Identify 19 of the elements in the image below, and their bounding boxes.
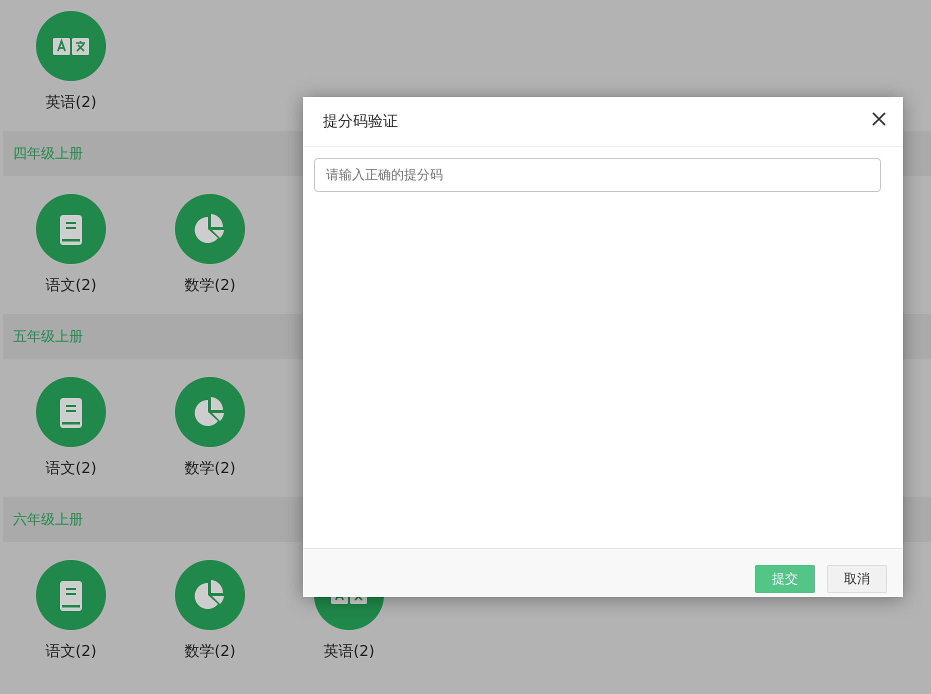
cancel-button[interactable]: 取消: [827, 565, 887, 593]
subject-label[interactable]: 语文(2): [45, 274, 97, 296]
subject-label[interactable]: 语文(2): [45, 457, 97, 479]
subject-label[interactable]: 英语(2): [45, 91, 97, 113]
book-icon[interactable]: [36, 377, 106, 447]
pie-chart-icon[interactable]: [175, 560, 245, 630]
subject-label[interactable]: 数学(2): [184, 457, 236, 479]
pie-chart-icon[interactable]: [175, 194, 245, 264]
subject-label[interactable]: 数学(2): [184, 274, 236, 296]
translate-icon[interactable]: [36, 11, 106, 81]
book-icon[interactable]: [36, 560, 106, 630]
subject-label[interactable]: 英语(2): [323, 640, 375, 662]
pie-chart-icon[interactable]: [175, 377, 245, 447]
dialog-title: 提分码验证: [323, 112, 398, 131]
subject-label[interactable]: 数学(2): [184, 640, 236, 662]
input-field[interactable]: 请输入正确的提分码: [314, 158, 881, 192]
subject-label[interactable]: 语文(2): [45, 640, 97, 662]
close-icon[interactable]: [872, 112, 886, 126]
book-icon[interactable]: [36, 194, 106, 264]
